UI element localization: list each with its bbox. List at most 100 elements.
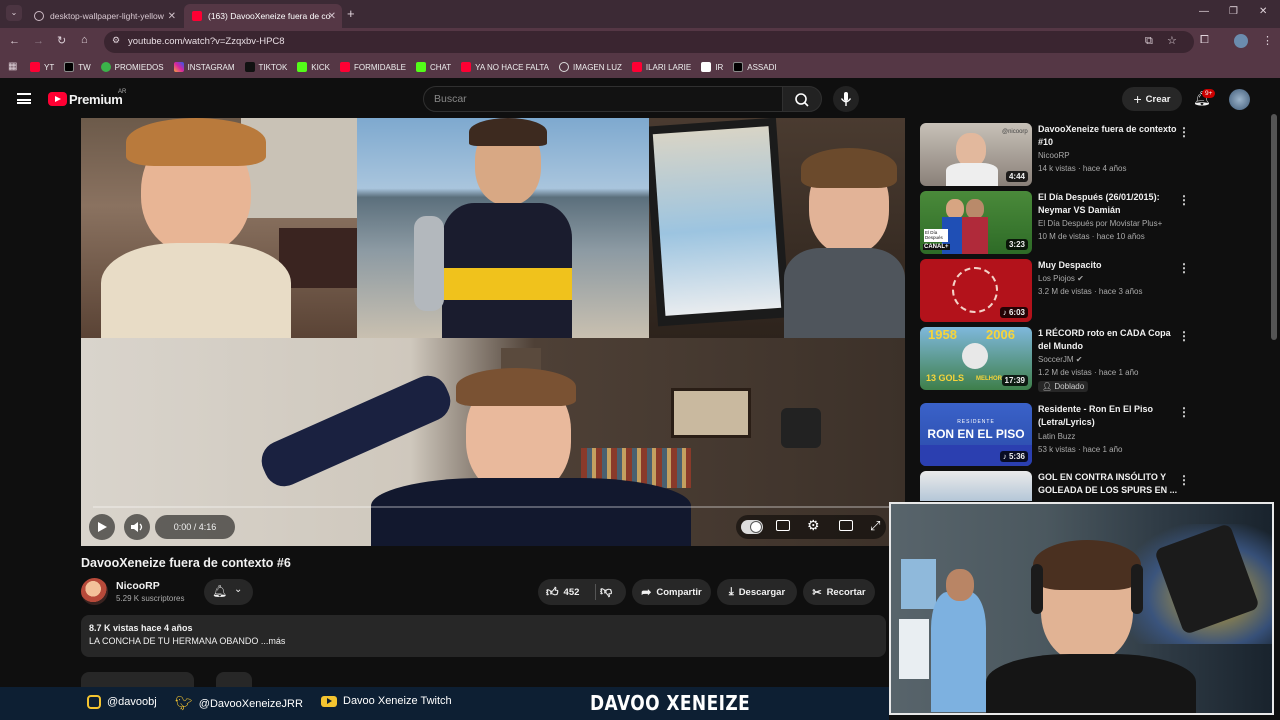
bookmark-ya-no-hace-falta[interactable]: YA NO HACE FALTA	[461, 62, 549, 72]
recommendation-item[interactable]: RESIDENTE RON EN EL PISO ♪ 5:36 Resident…	[920, 403, 1190, 467]
close-tab-icon[interactable]: ✕	[328, 11, 336, 22]
more-actions-icon[interactable]: ⋮	[1178, 193, 1190, 207]
bookmark-star-icon[interactable]: ☆	[1167, 34, 1177, 47]
bookmark-formidable[interactable]: FORMIDABLE	[339, 62, 406, 72]
subscription-bell-button[interactable]: 🔔︎ ⌄	[204, 579, 253, 605]
search-input[interactable]: Buscar	[423, 86, 783, 112]
new-tab-icon[interactable]: +	[347, 6, 355, 21]
bookmark-assadi[interactable]: ASSADI	[733, 62, 777, 72]
like-count[interactable]: 452	[564, 587, 580, 598]
recommendation-meta: 3.2 M de vistas · hace 3 años	[1038, 287, 1143, 296]
description-box[interactable]: 8.7 K vistas hace 4 años LA CONCHA DE TU…	[81, 615, 886, 657]
chip[interactable]	[216, 672, 252, 688]
bookmark-yt[interactable]: YT	[30, 62, 54, 72]
apps-grid-icon[interactable]: ▦	[8, 61, 17, 72]
menu-dots-icon[interactable]: ⋮	[1262, 34, 1273, 47]
create-label: Crear	[1145, 93, 1171, 105]
reload-icon[interactable]: ↻	[57, 34, 66, 47]
channel-name[interactable]: NicooRP	[116, 580, 160, 592]
globe-icon	[34, 11, 44, 21]
create-button[interactable]: + Crear	[1122, 87, 1182, 111]
video-thumbnail[interactable]: El Día Después CANAL+ 3:23	[920, 191, 1032, 254]
bookmark-imagen-luz[interactable]: IMAGEN LUZ	[558, 62, 622, 72]
video-thumbnail[interactable]: 1958 2006 13 GOLS MELHOR 17:39	[920, 327, 1032, 390]
recommendation-channel: NicooRP	[1038, 151, 1070, 160]
more-actions-icon[interactable]: ⋮	[1178, 125, 1190, 139]
instagram-handle: @davoobj	[87, 695, 157, 709]
recommendation-item[interactable]: @nicoorp 4:44 DavooXeneize fuera de cont…	[920, 123, 1190, 187]
more-actions-icon[interactable]: ⋮	[1178, 261, 1190, 275]
fullscreen-icon[interactable]: ⤢	[870, 518, 880, 534]
search-placeholder: Buscar	[434, 93, 467, 105]
user-avatar[interactable]	[1229, 89, 1250, 110]
video-thumbnail[interactable]: @nicoorp 4:44	[920, 123, 1032, 186]
channel-avatar[interactable]	[81, 578, 108, 605]
person-icon: 👤︎	[1042, 382, 1053, 391]
search-button[interactable]	[782, 86, 822, 112]
time-text: 0:00 / 4:16	[173, 522, 217, 532]
bookmark-tiktok[interactable]: TIKTOK	[244, 62, 287, 72]
install-app-icon[interactable]: ⧉	[1145, 35, 1153, 48]
home-icon[interactable]: ⌂	[81, 34, 88, 46]
minimize-icon[interactable]: —	[1199, 6, 1209, 17]
download-button[interactable]: ⤓ Descargar	[717, 579, 797, 605]
more-actions-icon[interactable]: ⋮	[1178, 329, 1190, 343]
autoplay-toggle[interactable]	[741, 520, 763, 534]
bookmark-chat[interactable]: CHAT	[415, 62, 451, 72]
sidebar-scrollbar[interactable]	[1271, 114, 1277, 340]
recommendation-item[interactable]: GOL EN CONTRA INSÓLITO Y GOLEADA DE LOS …	[920, 471, 1190, 501]
tab-wallpaper[interactable]: desktop-wallpaper-light-yellow ✕	[26, 4, 182, 28]
subtitles-icon[interactable]	[776, 520, 790, 531]
bookmark-instagram[interactable]: INSTAGRAM	[173, 62, 235, 72]
thumbs-down-icon[interactable]: 👎︎	[600, 584, 612, 599]
download-label: Descargar	[738, 586, 786, 598]
bookmark-ilari-larie[interactable]: ILARI LARIE	[631, 62, 691, 72]
extensions-icon[interactable]: ⧠	[1200, 34, 1209, 47]
more-actions-icon[interactable]: ⋮	[1178, 473, 1190, 487]
recommendation-item[interactable]: ♪ 6:03 Muy Despacito Los Piojos ✔ 3.2 M …	[920, 259, 1190, 323]
recommendation-channel: Latin Buzz	[1038, 432, 1076, 441]
miniplayer-icon[interactable]	[839, 520, 853, 531]
play-button[interactable]	[89, 514, 115, 540]
tab-youtube[interactable]: (163) DavooXeneize fuera de co ✕	[184, 4, 342, 28]
description-text[interactable]: LA CONCHA DE TU HERMANA OBANDO ...más	[89, 636, 285, 646]
forward-icon[interactable]: →	[33, 35, 44, 47]
thumbs-up-icon[interactable]: 👍︎	[546, 585, 559, 600]
restore-icon[interactable]: ❐	[1229, 6, 1238, 17]
site-info-icon[interactable]: ⚙	[112, 35, 120, 46]
youtube-logo-icon[interactable]	[48, 92, 67, 106]
bookmark-promiedos[interactable]: PROMIEDOS	[100, 62, 164, 72]
close-tab-icon[interactable]: ✕	[168, 11, 176, 22]
hamburger-menu-icon[interactable]	[17, 93, 31, 104]
mute-button[interactable]	[124, 514, 150, 540]
progress-bar[interactable]	[93, 506, 893, 508]
close-window-icon[interactable]: ✕	[1259, 6, 1267, 17]
clip-button[interactable]: ✂ Recortar	[803, 579, 875, 605]
more-actions-icon[interactable]: ⋮	[1178, 405, 1190, 419]
recommendation-title: Muy Despacito	[1038, 260, 1102, 270]
video-player[interactable]: 0:00 / 4:16 ⚙ ⤢	[81, 118, 905, 546]
omnibox[interactable]: ⚙ youtube.com/watch?v=Zzqxbv-HPC8	[104, 31, 1194, 53]
recommendation-meta: 53 k vistas · hace 1 año	[1038, 445, 1123, 454]
voice-search-button[interactable]	[833, 86, 859, 112]
recommendation-item[interactable]: El Día Después CANAL+ 3:23 El Día Despué…	[920, 191, 1190, 255]
globe-icon	[558, 62, 569, 72]
recommendation-item[interactable]: 1958 2006 13 GOLS MELHOR 17:39 1 RÉCORD …	[920, 327, 1190, 397]
scissors-icon: ✂	[812, 586, 822, 599]
youtube-icon	[461, 62, 472, 72]
video-thumbnail[interactable]: RESIDENTE RON EN EL PISO ♪ 5:36	[920, 403, 1032, 466]
region-code: AR	[118, 89, 127, 95]
video-thumbnail[interactable]: ♪ 6:03	[920, 259, 1032, 322]
video-thumbnail[interactable]	[920, 471, 1032, 501]
bookmark-ir[interactable]: IR	[701, 62, 723, 72]
comments-sort-chip[interactable]	[81, 672, 194, 688]
profile-avatar[interactable]	[1234, 34, 1248, 48]
bookmark-kick[interactable]: KICK	[297, 62, 330, 72]
share-icon: ➦	[641, 585, 652, 599]
settings-gear-icon[interactable]: ⚙	[807, 517, 820, 534]
share-button[interactable]: ➦ Compartir	[632, 579, 711, 605]
tab-search-icon[interactable]: ⌄	[6, 5, 22, 21]
back-icon[interactable]: ←	[9, 35, 20, 47]
bookmark-tw[interactable]: TW	[64, 62, 91, 72]
chevron-down-icon: ⌄	[234, 584, 243, 595]
